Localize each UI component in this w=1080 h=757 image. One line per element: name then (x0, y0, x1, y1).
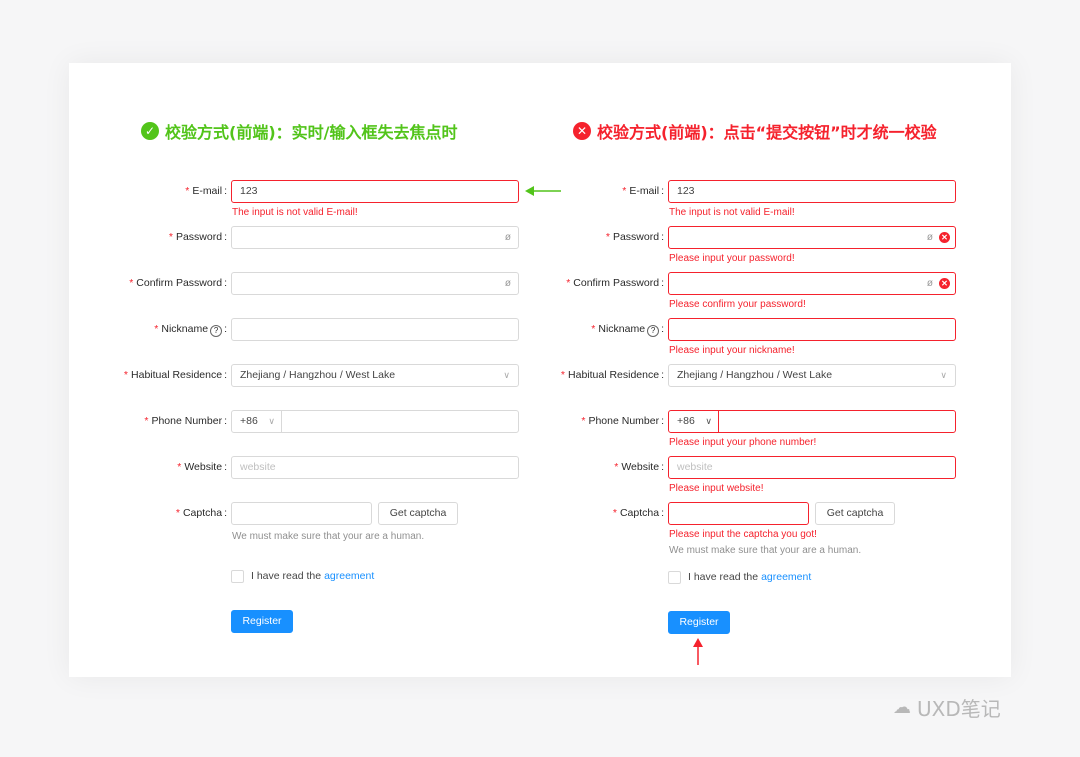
nickname-error: Please input your nickname! (669, 345, 795, 356)
question-circle-icon[interactable]: ? (647, 325, 660, 337)
eye-invisible-icon[interactable]: ø (927, 227, 933, 248)
agreement-link[interactable]: agreement (761, 570, 811, 584)
email-error: The input is not valid E-mail! (232, 207, 358, 218)
phone-label: * Phone Number: (144, 415, 227, 427)
website-input[interactable]: website (668, 456, 956, 479)
get-captcha-button[interactable]: Get captcha (815, 502, 895, 525)
email-input[interactable]: 123 (668, 180, 956, 203)
country-code-select[interactable]: +86 ∨ (232, 411, 282, 432)
phone-input-group: +86 ∨ (668, 410, 956, 433)
question-circle-icon[interactable]: ? (210, 325, 223, 337)
right-form-title: ✕ 校验方式(前端)：点击“提交按钮”时才统一校验 (573, 120, 937, 142)
register-button[interactable]: Register (668, 611, 730, 634)
residence-label: * Habitual Residence: (123, 369, 227, 381)
phone-input[interactable] (727, 411, 947, 432)
check-circle-icon: ✓ (141, 122, 159, 140)
captcha-label: * Captcha: (175, 507, 227, 519)
checkbox-box[interactable] (668, 570, 681, 584)
agreement-link[interactable]: agreement (324, 569, 374, 583)
register-button[interactable]: Register (231, 610, 293, 633)
agreement-checkbox[interactable]: I have read the agreement (668, 570, 811, 584)
close-circle-icon: ✕ (939, 232, 950, 243)
captcha-input[interactable] (231, 502, 372, 525)
captcha-label: * Captcha: (612, 507, 664, 519)
captcha-error: Please input the captcha you got! (669, 529, 817, 540)
password-label: * Password: (605, 231, 664, 243)
close-circle-icon: ✕ (939, 278, 950, 289)
confirm-password-error: Please confirm your password! (669, 299, 806, 310)
phone-label: * Phone Number: (581, 415, 664, 427)
captcha-input[interactable] (668, 502, 809, 525)
chevron-down-icon: ∨ (268, 416, 275, 426)
confirm-password-input[interactable]: ø ✕ (668, 272, 956, 295)
nickname-label: * Nickname?: (154, 323, 227, 337)
nickname-input[interactable] (668, 318, 956, 341)
eye-invisible-icon[interactable]: ø (927, 273, 933, 294)
captcha-help: We must make sure that your are a human. (669, 545, 862, 556)
password-label: * Password: (168, 231, 227, 243)
captcha-help: We must make sure that your are a human. (232, 531, 425, 542)
arrow-up-icon (693, 638, 703, 665)
website-label: * Website: (614, 461, 664, 473)
left-form-title: ✓ 校验方式(前端)：实时/输入框失去焦点时 (141, 120, 457, 142)
confirm-password-label: * Confirm Password: (566, 277, 664, 289)
confirm-password-label: * Confirm Password: (129, 277, 227, 289)
password-error: Please input your password! (669, 253, 795, 264)
email-error: The input is not valid E-mail! (669, 207, 795, 218)
chevron-down-icon: ∨ (940, 370, 947, 380)
residence-label: * Habitual Residence: (560, 369, 664, 381)
chevron-down-icon: ∨ (705, 416, 712, 426)
checkbox-box[interactable] (231, 569, 244, 583)
website-label: * Website: (177, 461, 227, 473)
residence-cascader[interactable]: Zhejiang / Hangzhou / West Lake ∨ (668, 364, 956, 387)
close-circle-icon: ✕ (573, 122, 591, 140)
wechat-icon: ☁ (893, 697, 911, 718)
nickname-label: * Nickname?: (591, 323, 664, 337)
watermark: ☁ UXD笔记 (893, 697, 1001, 721)
phone-error: Please input your phone number! (669, 437, 817, 448)
website-error: Please input website! (669, 483, 764, 494)
agreement-checkbox[interactable]: I have read the agreement (231, 569, 374, 583)
password-input[interactable]: ø ✕ (668, 226, 956, 249)
country-code-select[interactable]: +86 ∨ (669, 411, 719, 432)
email-label: * E-mail: (185, 185, 227, 197)
email-label: * E-mail: (622, 185, 664, 197)
